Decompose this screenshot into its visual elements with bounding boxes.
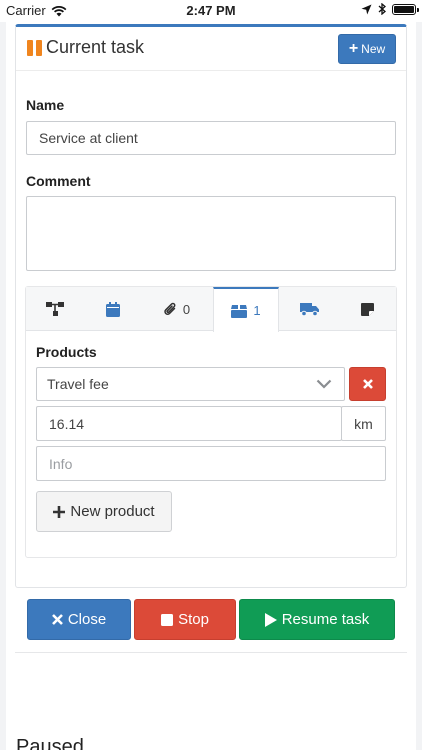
truck-icon [299, 303, 319, 316]
location-arrow-icon [361, 4, 372, 14]
close-button[interactable]: Close [27, 599, 131, 640]
attachments-count: 0 [182, 301, 191, 317]
product-select[interactable]: Travel fee [36, 367, 345, 401]
bluetooth-icon [378, 3, 386, 15]
new-product-button[interactable]: New product [36, 491, 172, 532]
info-field[interactable]: Info [36, 446, 386, 481]
play-icon [264, 612, 277, 627]
plus-icon [53, 505, 66, 518]
battery-icon [392, 3, 419, 15]
stop-button[interactable]: Stop [134, 599, 236, 640]
stop-label: Stop [178, 611, 209, 628]
page-title: Current task [46, 37, 145, 57]
plus-icon: + [348, 40, 359, 57]
stop-icon [161, 613, 174, 626]
new-product-label: New product [70, 503, 155, 520]
chevron-down-icon [316, 379, 332, 389]
resume-label: Resume task [281, 611, 370, 628]
products-count: 1 [253, 303, 261, 318]
tab-attachments[interactable]: 0 [142, 287, 212, 331]
box-icon [231, 304, 248, 318]
close-icon [51, 614, 63, 625]
tab-delivery[interactable] [280, 287, 338, 331]
name-field[interactable]: Service at client [26, 121, 396, 155]
status-right [361, 3, 419, 15]
paperclip-icon [164, 302, 176, 315]
status-bar: Carrier 2:47 PM [0, 0, 422, 22]
new-task-button[interactable]: + New [338, 34, 396, 64]
card-header: Current task + New [16, 27, 406, 71]
clock: 2:47 PM [186, 3, 236, 18]
tab-calendar[interactable] [84, 287, 142, 331]
divider [15, 652, 407, 653]
quantity-field[interactable]: 16.14 [36, 406, 342, 441]
new-task-label: New [361, 42, 386, 56]
unit-addon: km [341, 406, 386, 441]
tab-bar: 0 1 [26, 287, 396, 332]
resume-task-button[interactable]: Resume task [239, 599, 395, 640]
tab-structure[interactable] [26, 287, 84, 331]
remove-product-button[interactable] [349, 367, 386, 401]
paused-heading: Paused [16, 736, 84, 750]
sitemap-icon [46, 302, 64, 316]
note-icon [360, 302, 374, 316]
comment-field[interactable] [26, 196, 396, 271]
calendar-icon [106, 301, 120, 317]
pause-icon [27, 40, 42, 56]
product-select-value: Travel fee [47, 376, 109, 392]
close-icon [362, 379, 373, 389]
close-label: Close [67, 611, 107, 628]
products-heading: Products [36, 344, 97, 360]
tab-notes[interactable] [338, 287, 396, 331]
tab-products[interactable]: 1 [213, 287, 279, 332]
name-label: Name [26, 97, 65, 113]
comment-label: Comment [26, 173, 91, 189]
